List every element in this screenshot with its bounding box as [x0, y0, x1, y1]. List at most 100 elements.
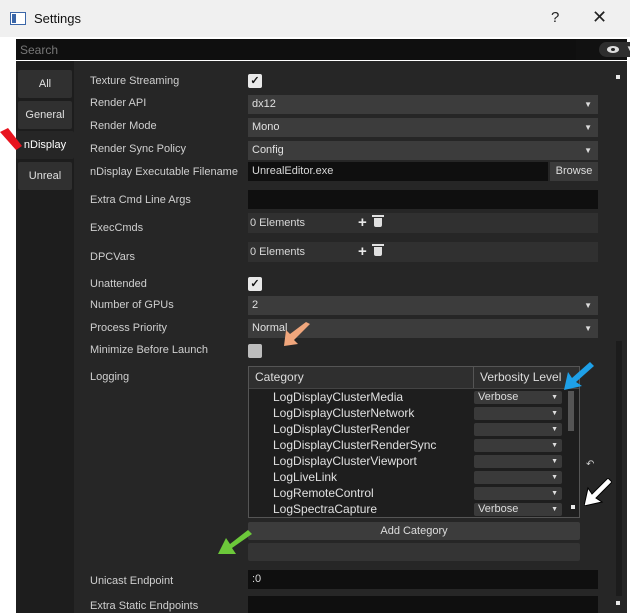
chevron-down-icon: ▼ — [551, 458, 558, 465]
orange-annotation-arrow-icon — [284, 322, 310, 346]
process-priority-value: Normal — [252, 322, 288, 334]
verbosity-dropdown[interactable]: ▼ — [474, 471, 562, 484]
ndisplay-executable-field[interactable]: UnrealEditor.exe — [248, 162, 548, 181]
minimize-before-launch-checkbox[interactable] — [248, 344, 262, 358]
verbosity-dropdown[interactable]: Verbose ▼ — [474, 391, 562, 404]
chevron-down-icon: ▼ — [551, 426, 558, 433]
logging-table-header: Category Verbosity Level — [249, 367, 579, 389]
render-api-label: Render API — [90, 97, 147, 109]
verbosity-column-header[interactable]: Verbosity Level — [480, 370, 561, 384]
close-button[interactable]: ✕ — [592, 7, 607, 28]
table-row[interactable]: LogRemoteControl ▼ — [249, 485, 567, 501]
tab-all[interactable]: All — [18, 70, 72, 98]
blue-annotation-arrow-icon — [564, 362, 594, 390]
trash-icon[interactable] — [372, 244, 384, 256]
verbosity-dropdown[interactable]: ▼ — [474, 439, 562, 452]
table-row[interactable]: LogDisplayClusterViewport ▼ — [249, 453, 567, 469]
chevron-down-icon: ▼ — [584, 146, 592, 155]
extra-cmd-line-args-field[interactable] — [248, 190, 598, 209]
render-sync-policy-dropdown[interactable]: Config ▼ — [248, 141, 598, 160]
window-title: Settings — [34, 11, 81, 26]
chevron-down-icon: ▼ — [584, 100, 592, 109]
chevron-down-icon: ▼ — [551, 442, 558, 449]
help-button[interactable]: ? — [551, 9, 559, 26]
secondary-button[interactable] — [248, 543, 580, 561]
settings-app-icon — [10, 12, 26, 25]
extra-static-endpoints-field[interactable] — [248, 596, 598, 613]
browse-button[interactable]: Browse — [550, 162, 598, 181]
settings-panel: Texture Streaming ✓ Render API dx12 ▼ Ren… — [74, 61, 627, 613]
view-options-button[interactable]: ▼ — [599, 42, 630, 57]
verbosity-dropdown[interactable]: ▼ — [474, 455, 562, 468]
chevron-down-icon: ▼ — [626, 44, 630, 53]
table-row[interactable]: LogDisplayClusterMedia Verbose ▼ — [249, 389, 567, 405]
category-cell: LogDisplayClusterRenderSync — [273, 438, 437, 452]
render-api-value: dx12 — [252, 98, 276, 110]
verbosity-dropdown[interactable]: Verbose ▼ — [474, 503, 562, 516]
scrollbar-thumb[interactable] — [568, 391, 574, 431]
column-divider[interactable] — [473, 367, 474, 388]
tab-unreal[interactable]: Unreal — [18, 162, 72, 190]
render-sync-policy-label: Render Sync Policy — [90, 143, 186, 155]
number-of-gpus-value: 2 — [252, 299, 259, 311]
search-input[interactable] — [16, 39, 576, 60]
chevron-down-icon: ▼ — [551, 506, 558, 513]
render-sync-policy-value: Config — [252, 144, 284, 156]
render-mode-dropdown[interactable]: Mono ▼ — [248, 118, 598, 137]
verbosity-dropdown[interactable]: ▼ — [474, 487, 562, 500]
dpcvars-label: DPCVars — [90, 251, 136, 263]
reset-to-default-icon[interactable]: ↶ — [586, 459, 594, 470]
category-column-header[interactable]: Category — [255, 370, 304, 384]
add-category-button[interactable]: Add Category — [248, 522, 580, 540]
add-element-icon[interactable]: + — [358, 242, 367, 262]
extra-static-endpoints-label: Extra Static Endpoints — [90, 600, 199, 612]
white-annotation-arrow-icon — [584, 478, 612, 506]
minimize-before-launch-label: Minimize Before Launch — [90, 344, 209, 356]
category-cell: LogSpectraCapture — [273, 502, 378, 516]
chevron-down-icon: ▼ — [551, 410, 558, 417]
table-row[interactable]: LogDisplayClusterNetwork ▼ — [249, 405, 567, 421]
category-cell: LogDisplayClusterNetwork — [273, 406, 415, 420]
table-row[interactable]: LogDisplayClusterRender ▼ — [249, 421, 567, 437]
resize-handle[interactable] — [571, 505, 575, 509]
category-cell: LogDisplayClusterRender — [273, 422, 410, 436]
category-sidebar: All General nDisplay Unreal — [16, 61, 74, 613]
number-of-gpus-dropdown[interactable]: 2 ▼ — [248, 296, 598, 315]
chevron-down-icon: ▼ — [551, 474, 558, 481]
process-priority-label: Process Priority — [90, 322, 168, 334]
chevron-down-icon: ▼ — [551, 394, 558, 401]
panel-scrollbar[interactable] — [616, 341, 622, 596]
unicast-endpoint-label: Unicast Endpoint — [90, 575, 174, 587]
render-api-dropdown[interactable]: dx12 ▼ — [248, 95, 598, 114]
render-mode-value: Mono — [252, 121, 280, 133]
category-cell: LogDisplayClusterMedia — [273, 390, 404, 404]
dpcvars-array: 0 Elements + — [248, 242, 598, 262]
texture-streaming-checkbox[interactable]: ✓ — [248, 74, 262, 88]
table-row[interactable]: LogDisplayClusterRenderSync ▼ — [249, 437, 567, 453]
chevron-down-icon: ▼ — [584, 324, 592, 333]
number-of-gpus-label: Number of GPUs — [90, 299, 174, 311]
texture-streaming-label: Texture Streaming — [90, 75, 180, 87]
table-row[interactable]: LogLiveLink ▼ — [249, 469, 567, 485]
logging-table: Category Verbosity Level LogDisplayClust… — [248, 366, 580, 518]
red-annotation-arrow-icon — [0, 128, 22, 150]
category-cell: LogLiveLink — [273, 470, 338, 484]
add-element-icon[interactable]: + — [358, 213, 367, 233]
render-mode-label: Render Mode — [90, 120, 157, 132]
logging-label: Logging — [90, 371, 130, 383]
tab-ndisplay[interactable]: nDisplay — [16, 131, 74, 159]
execcmds-count: 0 Elements — [250, 217, 306, 229]
chevron-down-icon: ▼ — [584, 123, 592, 132]
green-annotation-arrow-icon — [218, 530, 252, 554]
verbosity-dropdown[interactable]: ▼ — [474, 407, 562, 420]
tab-general[interactable]: General — [18, 101, 72, 129]
verbosity-dropdown[interactable]: ▼ — [474, 423, 562, 436]
trash-icon[interactable] — [372, 215, 384, 227]
unattended-checkbox[interactable]: ✓ — [248, 277, 262, 291]
table-scrollbar[interactable] — [567, 389, 575, 517]
execcmds-array: 0 Elements + — [248, 213, 598, 233]
table-row[interactable]: LogSpectraCapture Verbose ▼ — [249, 501, 567, 517]
dpcvars-count: 0 Elements — [250, 246, 306, 258]
unicast-endpoint-field[interactable]: :0 — [248, 570, 598, 589]
scroll-indicator — [616, 601, 620, 605]
